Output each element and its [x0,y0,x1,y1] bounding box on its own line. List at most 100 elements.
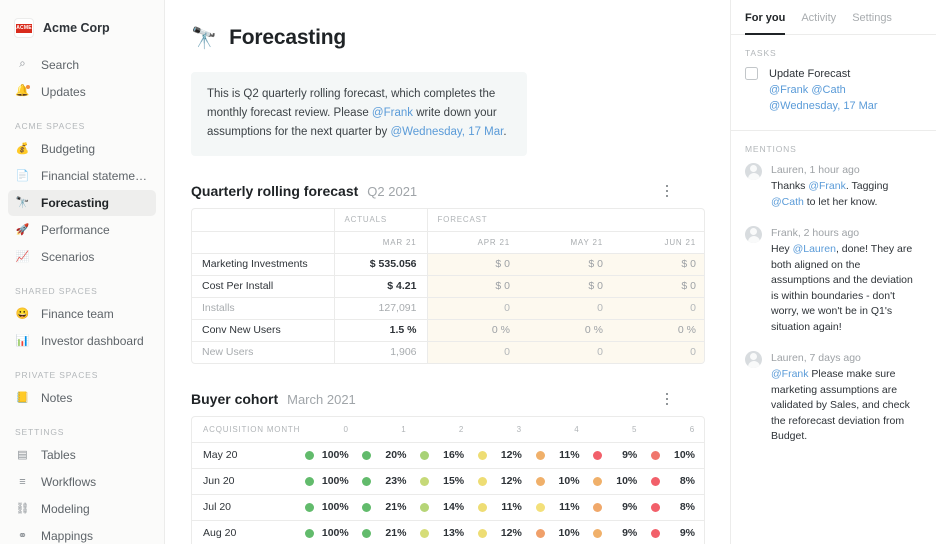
cohort-retention-cell[interactable]: 11% [533,442,591,468]
forecast-value-cell[interactable]: 0 [613,341,704,363]
forecast-value-cell[interactable]: 0 [613,297,704,319]
cohort-retention-cell[interactable]: 13% [417,520,475,544]
cohort-retention-cell[interactable]: 8% [648,494,704,520]
forecast-actual-value[interactable]: $ 535.056 [333,253,427,275]
cohort-retention-cell[interactable]: 20% [360,442,418,468]
cohort-retention-cell[interactable]: 10% [533,520,591,544]
forecast-value-cell[interactable]: $ 0 [613,275,704,297]
cohort-status-dot-icon [477,476,487,486]
cohort-retention-cell[interactable]: 23% [360,468,418,494]
mention-link[interactable]: @Lauren [793,243,836,255]
sidebar-item-tables[interactable]: ▤ Tables [8,442,156,468]
cohort-retention-cell[interactable]: 11% [475,494,533,520]
forecast-actual-value[interactable]: $ 4.21 [333,275,427,297]
cohort-retention-cell[interactable]: 100% [302,468,360,494]
mention-body: Lauren, 1 hour ago Thanks @Frank. Tagging… [771,162,922,210]
cohort-retention-value: 16% [443,449,465,461]
sidebar-item-forecasting[interactable]: 🔭 Forecasting [8,190,156,216]
forecast-row[interactable]: Marketing Investments $ 535.056 $ 0 $ 0 $ 0 [192,253,704,275]
forecast-actual-value[interactable]: 1,906 [333,341,427,363]
mention-link[interactable]: @Cath [771,196,804,208]
forecast-actual-value[interactable]: 1.5 % [333,319,427,341]
cohort-retention-cell[interactable]: 12% [475,468,533,494]
cohort-retention-cell[interactable]: 12% [475,520,533,544]
cohort-row[interactable]: Aug 20 100% 21% 13% 12% 10% 9% 9% [192,520,704,544]
sidebar-item-mappings[interactable]: ⚭ Mappings [8,523,156,544]
brand[interactable]: ACME Acme Corp [0,14,164,40]
cohort-row[interactable]: Jul 20 100% 21% 14% 11% 11% 9% 8% [192,494,704,520]
cohort-retention-cell[interactable]: 10% [533,468,591,494]
sidebar-item-notes[interactable]: 📒 Notes [8,385,156,411]
mention-item[interactable]: Lauren, 7 days ago @Frank Please make sur… [731,350,936,460]
cohort-retention-value: 100% [321,449,349,461]
cohort-retention-cell[interactable]: 16% [417,442,475,468]
cohort-retention-cell[interactable]: 9% [591,442,649,468]
forecast-value-cell[interactable]: 0 [426,297,520,319]
forecast-actual-value[interactable]: 127,091 [333,297,427,319]
mention-link[interactable]: @Frank [771,368,809,380]
sidebar-item-budgeting[interactable]: 💰 Budgeting [8,136,156,162]
cohort-retention-cell[interactable]: 100% [302,494,360,520]
cohort-retention-cell[interactable]: 12% [475,442,533,468]
sidebar-item-workflows[interactable]: ≡ Workflows [8,469,156,495]
cohort-retention-cell[interactable]: 100% [302,520,360,544]
cohort-retention-cell[interactable]: 9% [591,520,649,544]
forecast-value-cell[interactable]: $ 0 [613,253,704,275]
cohort-retention-cell[interactable]: 10% [591,468,649,494]
forecast-value-cell[interactable]: 0 % [613,319,704,341]
cohort-menu-icon[interactable] [660,391,674,407]
forecast-value-cell[interactable]: 0 % [426,319,520,341]
forecast-value-cell[interactable]: 0 % [520,319,613,341]
forecast-value-cell[interactable]: 0 [520,341,613,363]
cohort-retention-value: 21% [385,501,407,513]
mention-link[interactable]: @Frank [808,180,846,192]
cohort-retention-cell[interactable]: 10% [648,442,704,468]
tab-for-you[interactable]: For you [745,12,786,35]
task-item[interactable]: Update Forecast @Frank @Cath @Wednesday,… [731,66,936,130]
forecast-value-cell[interactable]: $ 0 [520,275,613,297]
cohort-retention-cell[interactable]: 9% [648,520,704,544]
cohort-retention-cell[interactable]: 21% [360,520,418,544]
callout-mention-frank[interactable]: @Frank [372,107,413,119]
cohort-retention-cell[interactable]: 11% [533,494,591,520]
mention-item[interactable]: Lauren, 1 hour ago Thanks @Frank. Tagging… [731,162,936,225]
sidebar-item-modeling[interactable]: ⛓ Modeling [8,496,156,522]
forecast-row[interactable]: New Users 1,906 0 0 0 [192,341,704,363]
sidebar-item-finance-team[interactable]: 😀 Finance team [8,301,156,327]
forecast-value-cell[interactable]: $ 0 [520,253,613,275]
callout-mention-date[interactable]: @Wednesday, 17 Mar [390,126,503,138]
cohort-retention-cell[interactable]: 8% [648,468,704,494]
sidebar-item-investor-dashboard[interactable]: 📊 Investor dashboard [8,328,156,354]
forecast-row[interactable]: Cost Per Install $ 4.21 $ 0 $ 0 $ 0 [192,275,704,297]
cohort-retention-cell[interactable]: 9% [591,494,649,520]
cohort-retention-cell[interactable]: 100% [302,442,360,468]
forecast-value-cell[interactable]: 0 [520,297,613,319]
cohort-retention-cell[interactable]: 14% [417,494,475,520]
sidebar-item-performance[interactable]: 🚀 Performance [8,217,156,243]
tab-activity[interactable]: Activity [801,12,836,35]
cohort-row[interactable]: Jun 20 100% 23% 15% 12% 10% 10% 8% [192,468,704,494]
sidebar-item-updates[interactable]: 🔔 Updates [8,79,156,105]
mention-item[interactable]: Frank, 2 hours ago Hey @Lauren, done! The… [731,225,936,350]
task-assignees[interactable]: @Frank @Cath [769,82,878,98]
main-content: 🔭 Forecasting This is Q2 quarterly rolli… [165,0,730,544]
forecast-row[interactable]: Conv New Users 1.5 % 0 % 0 % 0 % [192,319,704,341]
task-body: Update Forecast @Frank @Cath @Wednesday,… [769,66,878,114]
forecast-group-header-row: Actuals Forecast [192,209,704,231]
forecast-value-cell[interactable]: 0 [426,341,520,363]
task-due-date[interactable]: @Wednesday, 17 Mar [769,98,878,114]
forecast-row[interactable]: Installs 127,091 0 0 0 [192,297,704,319]
mention-text-segment: to let her know. [803,195,878,208]
forecast-value-cell[interactable]: $ 0 [426,253,520,275]
mention-text: Hey @Lauren, done! They are both aligned… [771,242,922,335]
cohort-retention-cell[interactable]: 15% [417,468,475,494]
sidebar-item-search[interactable]: ⌕ Search [8,52,156,78]
sidebar-item-financial-statements[interactable]: 📄 Financial statements [8,163,156,189]
sidebar-item-scenarios[interactable]: 📈 Scenarios [8,244,156,270]
cohort-row[interactable]: May 20 100% 20% 16% 12% 11% 9% 10% [192,442,704,468]
task-checkbox[interactable] [745,67,758,80]
forecast-menu-icon[interactable] [660,183,674,199]
forecast-value-cell[interactable]: $ 0 [426,275,520,297]
cohort-retention-cell[interactable]: 21% [360,494,418,520]
tab-settings[interactable]: Settings [852,12,892,35]
